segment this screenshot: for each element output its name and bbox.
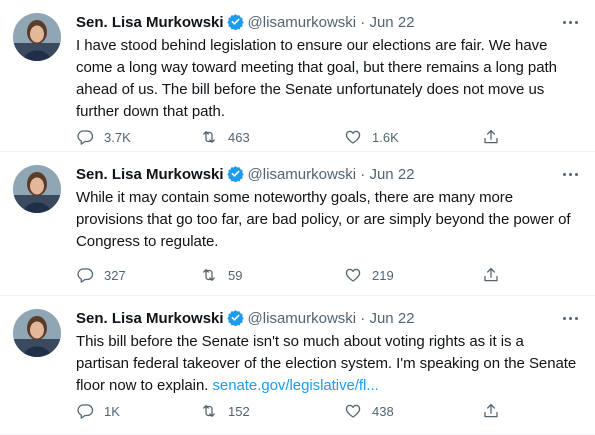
avatar[interactable]: [13, 309, 61, 357]
like-count: 219: [372, 267, 394, 283]
reply-bubble-icon: [77, 404, 94, 419]
tweet-header: Sen. Lisa Murkowski @lisamurkowski · Jun …: [76, 12, 415, 34]
tweet-date[interactable]: Jun 22: [369, 166, 414, 183]
tweet-text-line: While it may contain some noteworthy goa…: [76, 189, 514, 206]
share-button[interactable]: [482, 400, 510, 422]
heart-icon: [345, 130, 361, 144]
like-button[interactable]: 438: [344, 400, 394, 422]
tweet-link[interactable]: senate.gov/legislative/fl...: [212, 377, 378, 394]
reply-bubble-icon: [77, 268, 94, 283]
tweet-text-line: This bill before the Senate isn't so muc…: [76, 333, 524, 350]
tweet[interactable]: Sen. Lisa Murkowski @lisamurkowski · Jun …: [0, 296, 595, 435]
tweet-text-line: provisions that go too far, are bad poli…: [76, 211, 571, 228]
retweet-icon: [203, 131, 215, 143]
share-upload-icon: [484, 403, 498, 418]
tweet-text-line: partisan federal takeover of the electio…: [76, 355, 577, 372]
reply-bubble-icon: [77, 130, 94, 145]
verified-badge-icon: [226, 309, 244, 333]
author-name[interactable]: Sen. Lisa Murkowski: [76, 14, 224, 31]
avatar[interactable]: [13, 13, 61, 61]
retweet-count: 152: [228, 403, 250, 419]
tweet-text-fragment: floor now to explain.: [76, 377, 213, 394]
reply-count: 3.7K: [104, 129, 131, 145]
retweet-button[interactable]: 59: [200, 264, 242, 286]
tweet-text-line: further down that path.: [76, 103, 225, 120]
retweet-button[interactable]: 463: [200, 126, 250, 148]
tweet-text-line: Congress to regulate.: [76, 233, 219, 250]
reply-button[interactable]: 3.7K: [76, 126, 131, 148]
tweet[interactable]: Sen. Lisa Murkowski @lisamurkowski · Jun …: [0, 0, 595, 152]
tweet-actions: 327 59 219: [76, 264, 516, 286]
date-separator: ·: [356, 310, 370, 327]
tweet-text: I have stood behind legislation to ensur…: [76, 35, 586, 123]
tweet-actions: 1K 152 438: [76, 400, 516, 422]
author-name[interactable]: Sen. Lisa Murkowski: [76, 310, 224, 327]
tweet-text: This bill before the Senate isn't so muc…: [76, 331, 586, 397]
more-dots-icon[interactable]: [561, 166, 581, 184]
share-button[interactable]: [482, 126, 510, 148]
like-button[interactable]: 1.6K: [344, 126, 399, 148]
share-button[interactable]: [482, 264, 510, 286]
reply-button[interactable]: 1K: [76, 400, 120, 422]
verified-badge-icon: [226, 13, 244, 37]
author-handle[interactable]: @lisamurkowski: [248, 166, 357, 183]
tweet-text-line: ahead of us. The bill before the Senate …: [76, 81, 545, 98]
reply-button[interactable]: 327: [76, 264, 126, 286]
author-handle[interactable]: @lisamurkowski: [248, 310, 357, 327]
reply-count: 327: [104, 267, 126, 283]
author-handle[interactable]: @lisamurkowski: [248, 14, 357, 31]
tweet-text: While it may contain some noteworthy goa…: [76, 187, 586, 253]
tweet-date[interactable]: Jun 22: [369, 310, 414, 327]
heart-icon: [345, 404, 361, 418]
tweet-date[interactable]: Jun 22: [369, 14, 414, 31]
date-separator: ·: [356, 166, 370, 183]
heart-icon: [345, 268, 361, 282]
tweet-actions: 3.7K 463 1.6K: [76, 126, 516, 148]
more-dots-icon[interactable]: [561, 14, 581, 32]
tweet-header: Sen. Lisa Murkowski @lisamurkowski · Jun …: [76, 308, 415, 330]
like-count: 1.6K: [372, 129, 399, 145]
more-dots-icon[interactable]: [561, 310, 581, 328]
retweet-count: 59: [228, 267, 243, 283]
like-button[interactable]: 219: [344, 264, 394, 286]
reply-count: 1K: [104, 403, 120, 419]
tweet[interactable]: Sen. Lisa Murkowski @lisamurkowski · Jun …: [0, 152, 595, 296]
retweet-icon: [203, 269, 215, 281]
tweet-text-line: floor now to explain. senate.gov/legisla…: [76, 375, 586, 397]
retweet-count: 463: [228, 129, 250, 145]
tweet-text-line: I have stood behind legislation to ensur…: [76, 37, 548, 54]
tweet-text-line: come a long way toward meeting that goal…: [76, 59, 557, 76]
date-separator: ·: [356, 14, 370, 31]
share-upload-icon: [484, 267, 498, 282]
retweet-button[interactable]: 152: [200, 400, 250, 422]
author-name[interactable]: Sen. Lisa Murkowski: [76, 166, 224, 183]
share-upload-icon: [484, 129, 498, 144]
like-count: 438: [372, 403, 394, 419]
verified-badge-icon: [226, 165, 244, 189]
retweet-icon: [203, 405, 215, 417]
avatar[interactable]: [13, 165, 61, 213]
tweet-header: Sen. Lisa Murkowski @lisamurkowski · Jun …: [76, 164, 415, 186]
